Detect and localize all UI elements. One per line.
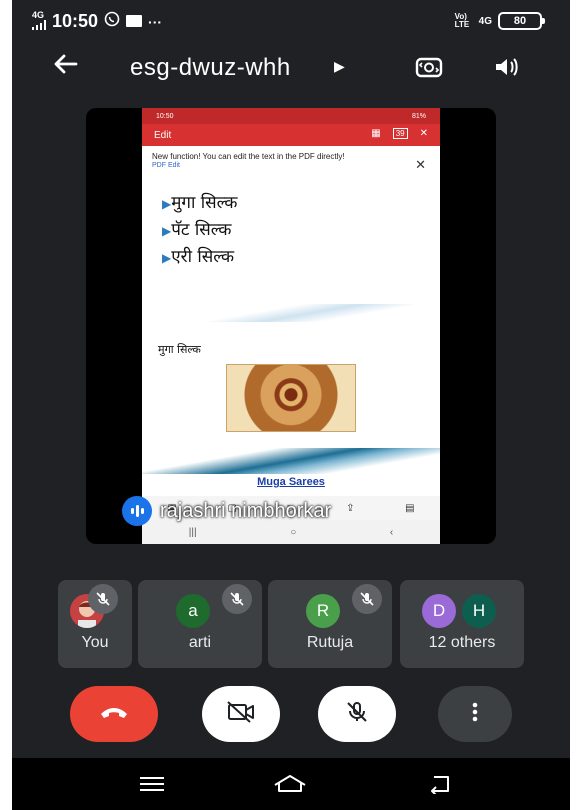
shared-toolbar: Edit ▦ 39 ✕	[142, 124, 440, 146]
avatar: a	[176, 594, 210, 628]
slide-2-title: मुगा सिल्क	[158, 343, 201, 356]
bullet-triangle-icon: ▶	[162, 251, 172, 265]
avatar-initial: D	[432, 601, 446, 620]
more-dots-icon: ···	[148, 13, 163, 30]
chevron-right-icon[interactable]: ▶	[334, 58, 345, 75]
avatar-initial: R	[316, 601, 330, 620]
mic-off-icon	[352, 584, 382, 614]
shared-screen-content: 10:50 81% Edit ▦ 39 ✕ New function! You …	[142, 108, 440, 544]
participant-tile-you[interactable]: You	[58, 580, 132, 668]
shared-status-bar: 10:50 81%	[142, 108, 440, 124]
presenter-label: rajashri nimbhorkar	[122, 496, 331, 526]
recent-apps-icon: |||	[188, 526, 197, 538]
camera-off-icon	[226, 700, 256, 728]
avatar: D	[422, 594, 456, 628]
notice-text: New function! You can edit the text in t…	[152, 152, 345, 161]
shared-page-number: 39	[392, 128, 408, 139]
bullet-text: मुगा सिल्क	[171, 193, 238, 213]
mic-off-icon	[88, 584, 118, 614]
back-arrow-icon[interactable]	[52, 50, 80, 83]
call-header: esg-dwuz-whh ▶	[12, 44, 570, 92]
system-nav-bar	[12, 758, 570, 810]
home-icon[interactable]	[270, 770, 310, 798]
shared-notice: New function! You can edit the text in t…	[142, 146, 440, 188]
close-icon: ✕	[419, 128, 428, 139]
mic-toggle-button[interactable]	[318, 686, 396, 742]
menu-icon[interactable]	[132, 770, 172, 798]
end-call-button[interactable]	[70, 686, 158, 742]
end-call-icon	[99, 705, 129, 724]
slide-2: मुगा सिल्क	[142, 334, 440, 454]
bullet-text: एरी सिल्क	[171, 247, 235, 267]
saree-image	[226, 364, 356, 432]
mic-off-icon	[222, 584, 252, 614]
participant-name: arti	[188, 634, 212, 651]
slide-wave-decoration	[142, 448, 440, 474]
participant-name: You	[81, 634, 109, 651]
message-icon	[126, 11, 143, 32]
shared-screen-stage[interactable]: 10:50 81% Edit ▦ 39 ✕ New function! You …	[86, 108, 496, 544]
status-bar: 4G 10:50 ··· Vo) LTE 4G 80	[12, 0, 570, 44]
avatar: R	[306, 594, 340, 628]
back-icon[interactable]	[420, 770, 460, 798]
grid-icon: ▦	[371, 128, 381, 139]
speaker-icon[interactable]	[492, 52, 522, 82]
participant-name: 12 others	[428, 634, 496, 651]
shared-toolbar-tools: ▦ 39 ✕	[371, 128, 428, 139]
slide-bullet: ▶पॅट सिल्क	[142, 217, 440, 240]
status-right: Vo) LTE 4G 80	[454, 12, 545, 30]
slide-bullet: ▶मुगा सिल्क	[142, 190, 440, 213]
participant-tile-arti[interactable]: a arti	[138, 580, 262, 668]
mic-off-icon	[345, 700, 369, 729]
avatar-initial: H	[472, 601, 486, 620]
status-left: 4G 10:50 ···	[32, 11, 162, 32]
bullet-triangle-icon: ▶	[162, 224, 172, 238]
switch-camera-icon[interactable]	[414, 52, 444, 82]
slide-wave-decoration	[142, 304, 440, 322]
signal-icon: 4G	[32, 11, 46, 32]
share-icon: ⇪	[346, 502, 355, 514]
shared-toolbar-title: Edit	[154, 129, 172, 141]
export-icon: ▤	[405, 502, 415, 514]
status-time: 10:50	[52, 11, 99, 31]
muga-sarees-link: Muga Sarees	[257, 476, 325, 488]
volte-label: Vo) LTE	[454, 12, 470, 29]
notice-link: PDF Edit	[152, 162, 181, 169]
avatar-initial: a	[188, 601, 198, 620]
more-options-button[interactable]	[438, 686, 512, 742]
slide-bullet: ▶एरी सिल्क	[142, 244, 440, 267]
bullet-text: पॅट सिल्क	[171, 220, 232, 240]
more-vertical-icon	[472, 702, 478, 727]
presenter-name: rajashri nimbhorkar	[160, 499, 332, 522]
whatsapp-icon	[104, 11, 120, 32]
camera-toggle-button[interactable]	[202, 686, 280, 742]
network-type: 4G	[32, 10, 45, 20]
meeting-code[interactable]: esg-dwuz-whh	[130, 54, 291, 82]
slide-1: ▶मुगा सिल्क ▶पॅट सिल्क ▶एरी सिल्क	[142, 186, 440, 326]
avatar: H	[462, 594, 496, 628]
notice-close-icon: ✕	[415, 157, 426, 172]
participant-tile-others[interactable]: D H 12 others	[400, 580, 524, 668]
phone-screen: 4G 10:50 ··· Vo) LTE 4G 80 esg-dwuz-whh …	[12, 0, 570, 810]
battery-level: 80	[513, 15, 527, 27]
bullet-triangle-icon: ▶	[162, 197, 172, 211]
shared-status-time: 10:50	[156, 112, 174, 120]
home-circle-icon: ○	[290, 526, 297, 538]
participant-name: Rutuja	[306, 634, 354, 651]
battery-icon: 80	[498, 12, 545, 30]
participant-tile-rutuja[interactable]: R Rutuja	[268, 580, 392, 668]
shared-battery: 81%	[411, 112, 426, 120]
back-chevron-icon: ‹	[389, 526, 394, 538]
audio-level-icon	[122, 496, 152, 526]
right-network-type: 4G	[478, 15, 492, 27]
